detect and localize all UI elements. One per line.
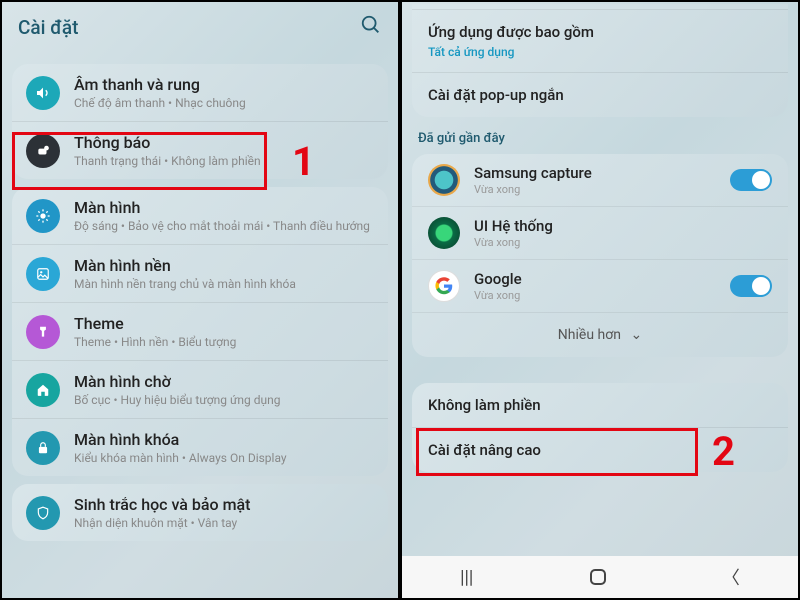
section-label-recent: Đã gửi gần đây — [412, 127, 788, 152]
settings-header: Cài đặt — [2, 2, 398, 56]
row-sub: Theme • Hình nền • Biểu tượng — [74, 335, 374, 349]
search-icon[interactable] — [360, 14, 382, 40]
lock-icon — [26, 431, 60, 465]
row-title: Cài đặt pop-up ngắn — [428, 86, 772, 104]
row-sub: Thanh trạng thái • Không làm phiền — [74, 154, 374, 168]
app-icon-samsung-capture — [428, 164, 460, 196]
chevron-down-icon: ⌄ — [630, 327, 642, 343]
row-title: Màn hình — [74, 198, 374, 217]
back-button[interactable]: 〈 — [722, 564, 740, 590]
row-sub: Độ sáng • Bảo vệ cho mắt thoải mái • Tha… — [74, 219, 374, 233]
settings-row-home[interactable]: Màn hình chờ Bố cục • Huy hiệu biểu tượn… — [12, 361, 388, 419]
recent-apps-card: Samsung capture Vừa xong UI Hệ thống Vừa… — [412, 154, 788, 357]
settings-row-notifications[interactable]: Thông báo Thanh trạng thái • Không làm p… — [12, 122, 388, 179]
settings-row-sound[interactable]: Âm thanh và rung Chế độ âm thanh • Nhạc … — [12, 64, 388, 122]
dnd-row[interactable]: Không làm phiền — [412, 383, 788, 428]
settings-row-wallpaper[interactable]: Màn hình nền Màn hình nền trang chủ và m… — [12, 245, 388, 303]
row-title: Màn hình chờ — [74, 372, 374, 391]
row-sub: Màn hình nền trang chủ và màn hình khóa — [74, 277, 374, 291]
row-title: Cài đặt nâng cao — [428, 441, 772, 459]
app-icon-google — [428, 270, 460, 302]
page-title: Cài đặt — [18, 16, 78, 39]
row-title: Không làm phiền — [428, 396, 772, 414]
notif-settings-card: Ứng dụng được bao gồm Tất cả ứng dụng Cà… — [412, 4, 788, 117]
row-title: Màn hình khóa — [74, 430, 374, 449]
settings-group-1: Âm thanh và rung Chế độ âm thanh • Nhạc … — [12, 64, 388, 179]
wallpaper-icon — [26, 257, 60, 291]
settings-row-theme[interactable]: Theme Theme • Hình nền • Biểu tượng — [12, 303, 388, 361]
row-sub: Nhận diện khuôn mặt • Vân tay — [74, 516, 374, 530]
settings-group-3: Sinh trắc học và bảo mật Nhận diện khuôn… — [12, 484, 388, 541]
more-label: Nhiều hơn — [558, 327, 621, 343]
app-sub: Vừa xong — [474, 289, 730, 302]
app-icon-system-ui — [428, 217, 460, 249]
included-apps-row[interactable]: Ứng dụng được bao gồm Tất cả ứng dụng — [412, 10, 788, 73]
theme-icon — [26, 315, 60, 349]
recents-button[interactable]: ||| — [460, 567, 473, 588]
speaker-icon — [26, 76, 60, 110]
app-name: UI Hệ thống — [474, 217, 772, 235]
notification-icon — [26, 134, 60, 168]
app-name: Samsung capture — [474, 164, 730, 182]
row-sub: Kiểu khóa màn hình • Always On Display — [74, 451, 374, 465]
row-title: Âm thanh và rung — [74, 75, 374, 94]
shield-icon — [26, 496, 60, 530]
toggle-switch[interactable] — [730, 169, 772, 191]
settings-row-lockscreen[interactable]: Màn hình khóa Kiểu khóa màn hình • Alway… — [12, 419, 388, 476]
app-sub: Vừa xong — [474, 183, 730, 196]
brightness-icon — [26, 199, 60, 233]
row-sub: Tất cả ứng dụng — [428, 45, 772, 59]
settings-group-2: Màn hình Độ sáng • Bảo vệ cho mắt thoải … — [12, 187, 388, 476]
settings-row-display[interactable]: Màn hình Độ sáng • Bảo vệ cho mắt thoải … — [12, 187, 388, 245]
row-sub: Bố cục • Huy hiệu biểu tượng ứng dụng — [74, 393, 374, 407]
android-navbar: ||| 〈 — [402, 556, 798, 598]
home-icon — [26, 373, 60, 407]
app-sub: Vừa xong — [474, 236, 772, 249]
bottom-settings-card: Không làm phiền Cài đặt nâng cao — [412, 383, 788, 472]
settings-row-biometrics[interactable]: Sinh trắc học và bảo mật Nhận diện khuôn… — [12, 484, 388, 541]
row-sub: Chế độ âm thanh • Nhạc chuông — [74, 96, 374, 110]
app-name: Google — [474, 270, 730, 288]
row-title: Màn hình nền — [74, 256, 374, 275]
advanced-row[interactable]: Cài đặt nâng cao — [412, 428, 788, 472]
app-row-samsung-capture[interactable]: Samsung capture Vừa xong — [412, 154, 788, 207]
row-title: Thông báo — [74, 133, 374, 152]
row-title: Sinh trắc học và bảo mật — [74, 495, 374, 514]
row-title: Theme — [74, 314, 374, 333]
popup-settings-row[interactable]: Cài đặt pop-up ngắn — [412, 73, 788, 117]
home-button[interactable] — [590, 569, 606, 585]
row-title: Ứng dụng được bao gồm — [428, 23, 772, 41]
more-button[interactable]: Nhiều hơn ⌄ — [412, 313, 788, 357]
app-row-google[interactable]: Google Vừa xong — [412, 260, 788, 313]
toggle-switch[interactable] — [730, 275, 772, 297]
app-row-system-ui[interactable]: UI Hệ thống Vừa xong — [412, 207, 788, 260]
